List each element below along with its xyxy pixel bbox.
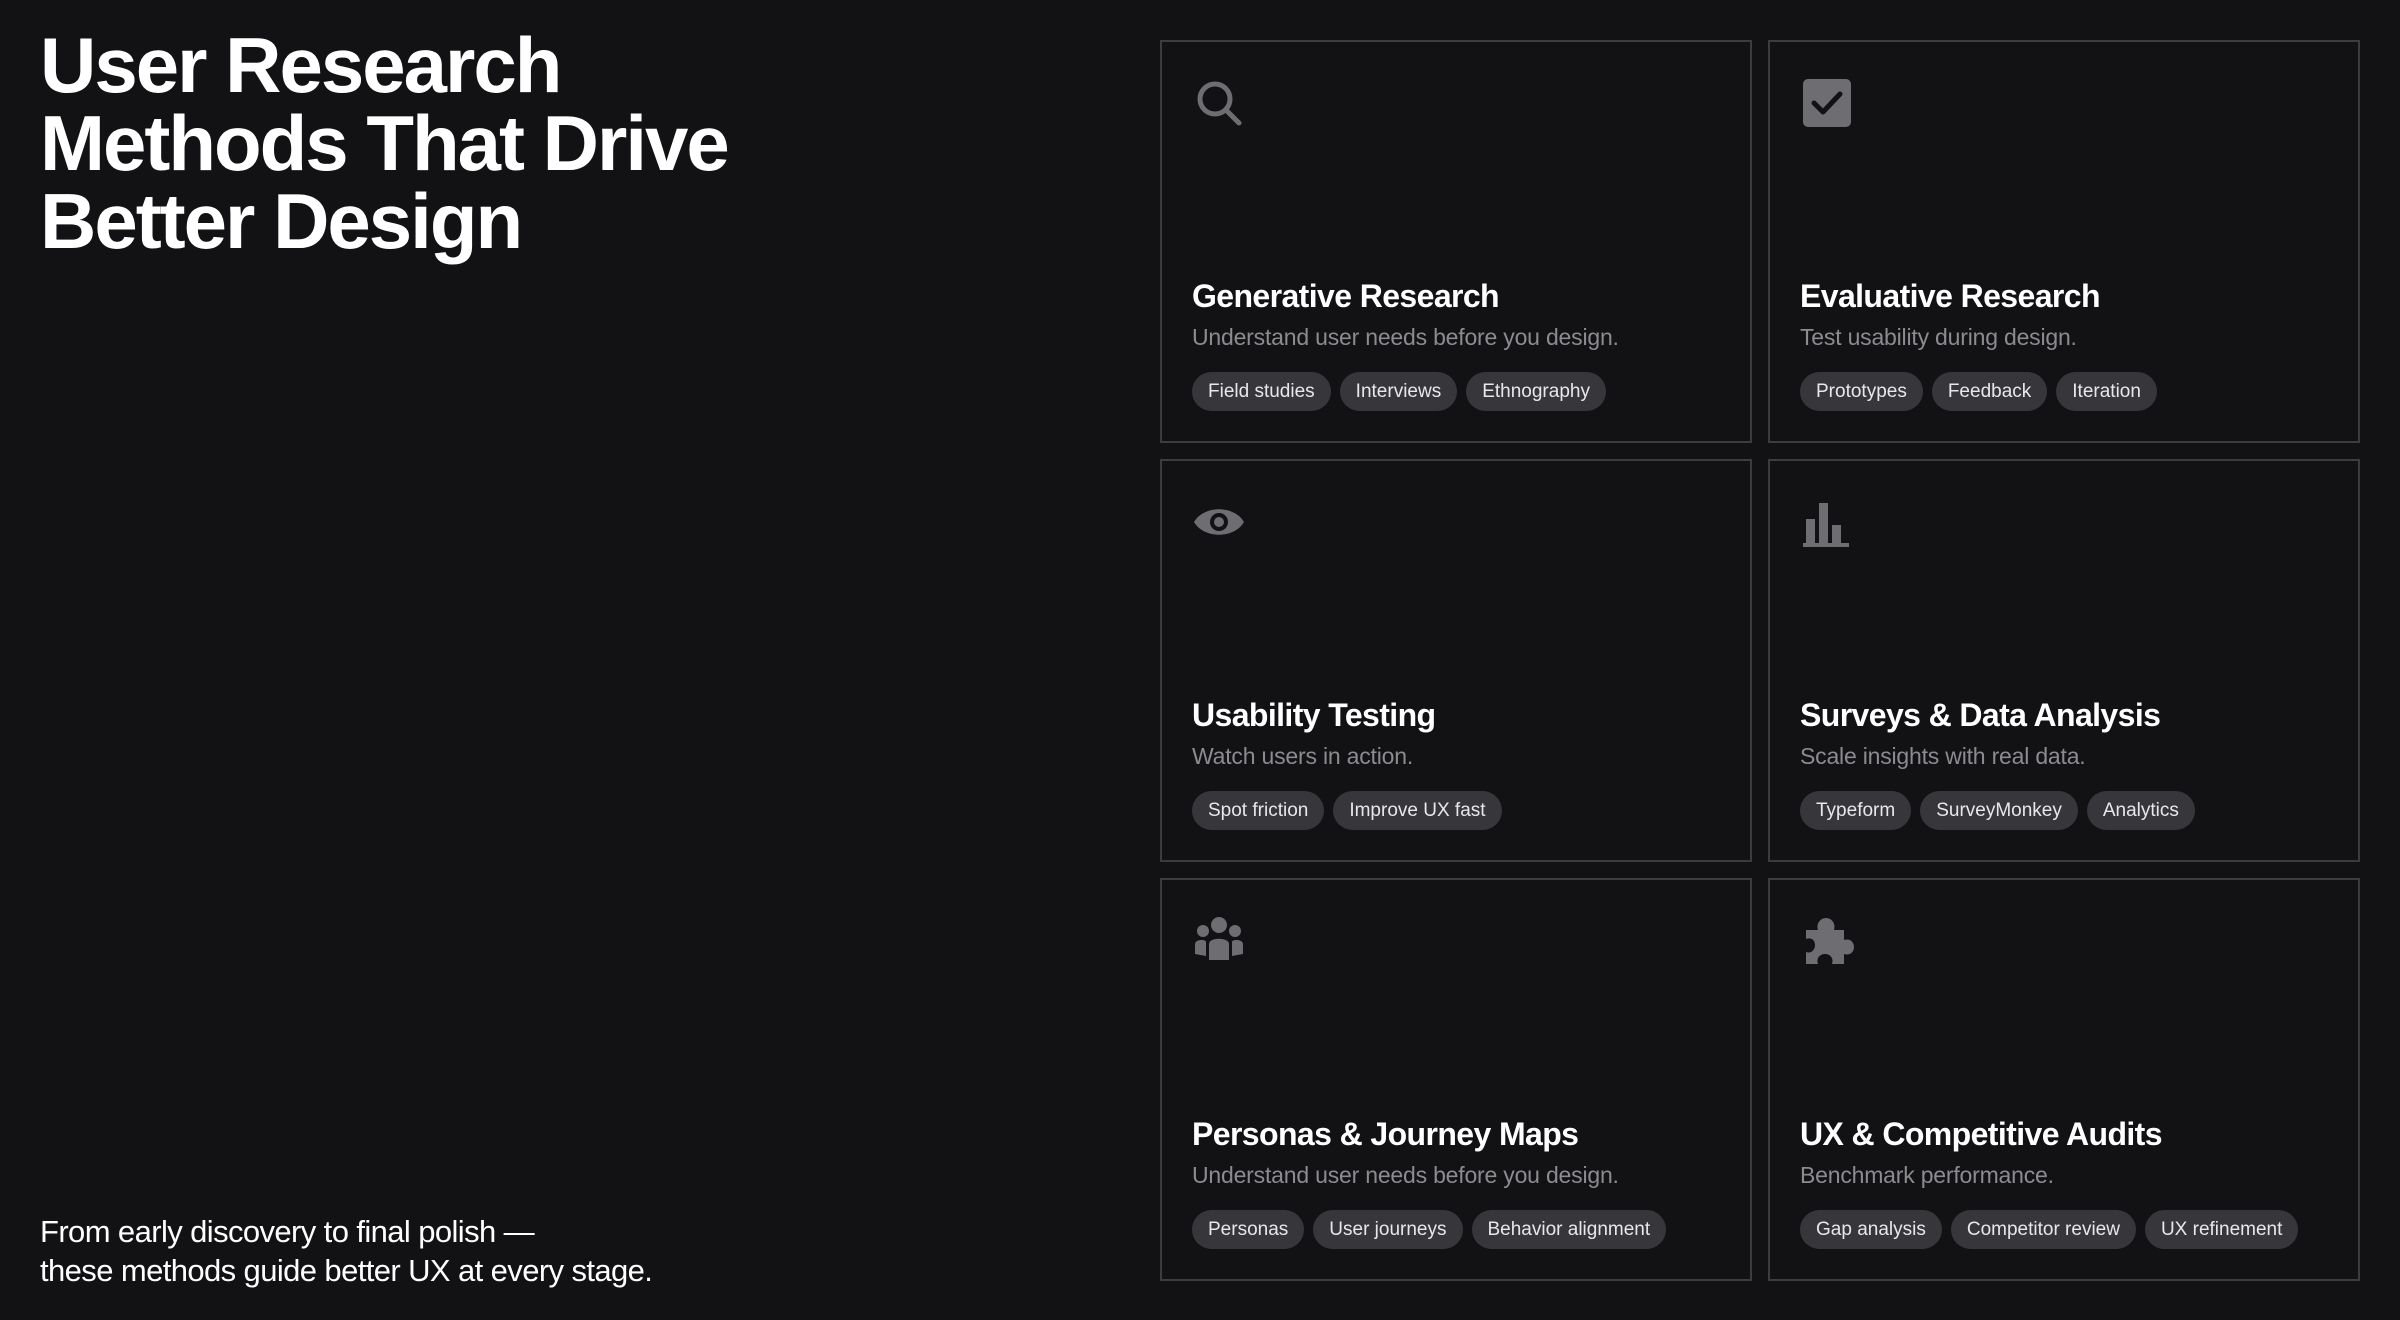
puzzle-icon	[1800, 914, 1854, 968]
tag[interactable]: Improve UX fast	[1333, 791, 1502, 830]
card-title: Generative Research	[1192, 278, 1500, 314]
bar-chart-icon	[1800, 495, 1854, 549]
card-body: UX & Competitive Audits Benchmark perfor…	[1800, 1114, 2334, 1249]
card-title: Evaluative Research	[1800, 278, 2101, 314]
tag[interactable]: Typeform	[1800, 791, 1912, 830]
tagline: From early discovery to final polish — t…	[40, 1212, 653, 1290]
method-card-evaluative-research[interactable]: Evaluative Research Test usability durin…	[1768, 40, 2360, 443]
method-card-usability-testing[interactable]: Usability Testing Watch users in action.…	[1160, 459, 1752, 862]
card-description: Understand user needs before you design.	[1192, 1162, 1619, 1188]
card-body: Generative Research Understand user need…	[1192, 276, 1726, 411]
page-title: User Research Methods That Drive Better …	[40, 26, 940, 260]
card-title: Usability Testing	[1192, 697, 1436, 733]
tag[interactable]: Feedback	[1931, 372, 2048, 411]
tag[interactable]: Analytics	[2086, 791, 2195, 830]
card-description: Understand user needs before you design.	[1192, 324, 1619, 350]
page: User Research Methods That Drive Better …	[0, 0, 2400, 1320]
card-body: Usability Testing Watch users in action.…	[1192, 695, 1726, 830]
tag-list: Personas User journeys Behavior alignmen…	[1192, 1210, 1726, 1249]
group-icon	[1192, 914, 1246, 968]
page-title-line: Methods That Drive	[40, 99, 730, 187]
card-description: Benchmark performance.	[1800, 1162, 2054, 1188]
tag[interactable]: Iteration	[2056, 372, 2157, 411]
tag[interactable]: Competitor review	[1950, 1210, 2136, 1249]
tag-list: Prototypes Feedback Iteration	[1800, 372, 2334, 411]
card-title: Personas & Journey Maps	[1192, 1116, 1579, 1152]
eye-icon	[1192, 495, 1246, 549]
card-body: Surveys & Data Analysis Scale insights w…	[1800, 695, 2334, 830]
tag-list: Spot friction Improve UX fast	[1192, 791, 1726, 830]
tag-list: Gap analysis Competitor review UX refine…	[1800, 1210, 2334, 1249]
tag[interactable]: Gap analysis	[1800, 1210, 1942, 1249]
tag[interactable]: UX refinement	[2144, 1210, 2299, 1249]
tag[interactable]: Field studies	[1192, 372, 1331, 411]
tag[interactable]: Interviews	[1339, 372, 1458, 411]
tagline-line: these methods guide better UX at every s…	[40, 1253, 653, 1288]
page-title-line: Better Design	[40, 177, 523, 265]
tag[interactable]: Prototypes	[1800, 372, 1923, 411]
card-title: Surveys & Data Analysis	[1800, 697, 2161, 733]
tag[interactable]: User journeys	[1313, 1210, 1463, 1249]
tag-list: Field studies Interviews Ethnography	[1192, 372, 1726, 411]
card-title: UX & Competitive Audits	[1800, 1116, 2163, 1152]
tag[interactable]: Spot friction	[1192, 791, 1325, 830]
tag-list: Typeform SurveyMonkey Analytics	[1800, 791, 2334, 830]
tag[interactable]: Ethnography	[1466, 372, 1606, 411]
card-body: Personas & Journey Maps Understand user …	[1192, 1114, 1726, 1249]
search-icon	[1192, 76, 1246, 130]
tag[interactable]: Personas	[1192, 1210, 1305, 1249]
methods-grid: Generative Research Understand user need…	[1160, 40, 2360, 1281]
checkbox-icon	[1800, 76, 1854, 130]
card-description: Scale insights with real data.	[1800, 743, 2086, 769]
tagline-line: From early discovery to final polish —	[40, 1214, 535, 1249]
card-body: Evaluative Research Test usability durin…	[1800, 276, 2334, 411]
method-card-surveys-data-analysis[interactable]: Surveys & Data Analysis Scale insights w…	[1768, 459, 2360, 862]
method-card-ux-competitive-audits[interactable]: UX & Competitive Audits Benchmark perfor…	[1768, 878, 2360, 1281]
tag[interactable]: Behavior alignment	[1471, 1210, 1667, 1249]
card-description: Watch users in action.	[1192, 743, 1414, 769]
method-card-generative-research[interactable]: Generative Research Understand user need…	[1160, 40, 1752, 443]
page-title-line: User Research	[40, 21, 562, 109]
card-description: Test usability during design.	[1800, 324, 2077, 350]
method-card-personas-journey-maps[interactable]: Personas & Journey Maps Understand user …	[1160, 878, 1752, 1281]
tag[interactable]: SurveyMonkey	[1920, 791, 2078, 830]
